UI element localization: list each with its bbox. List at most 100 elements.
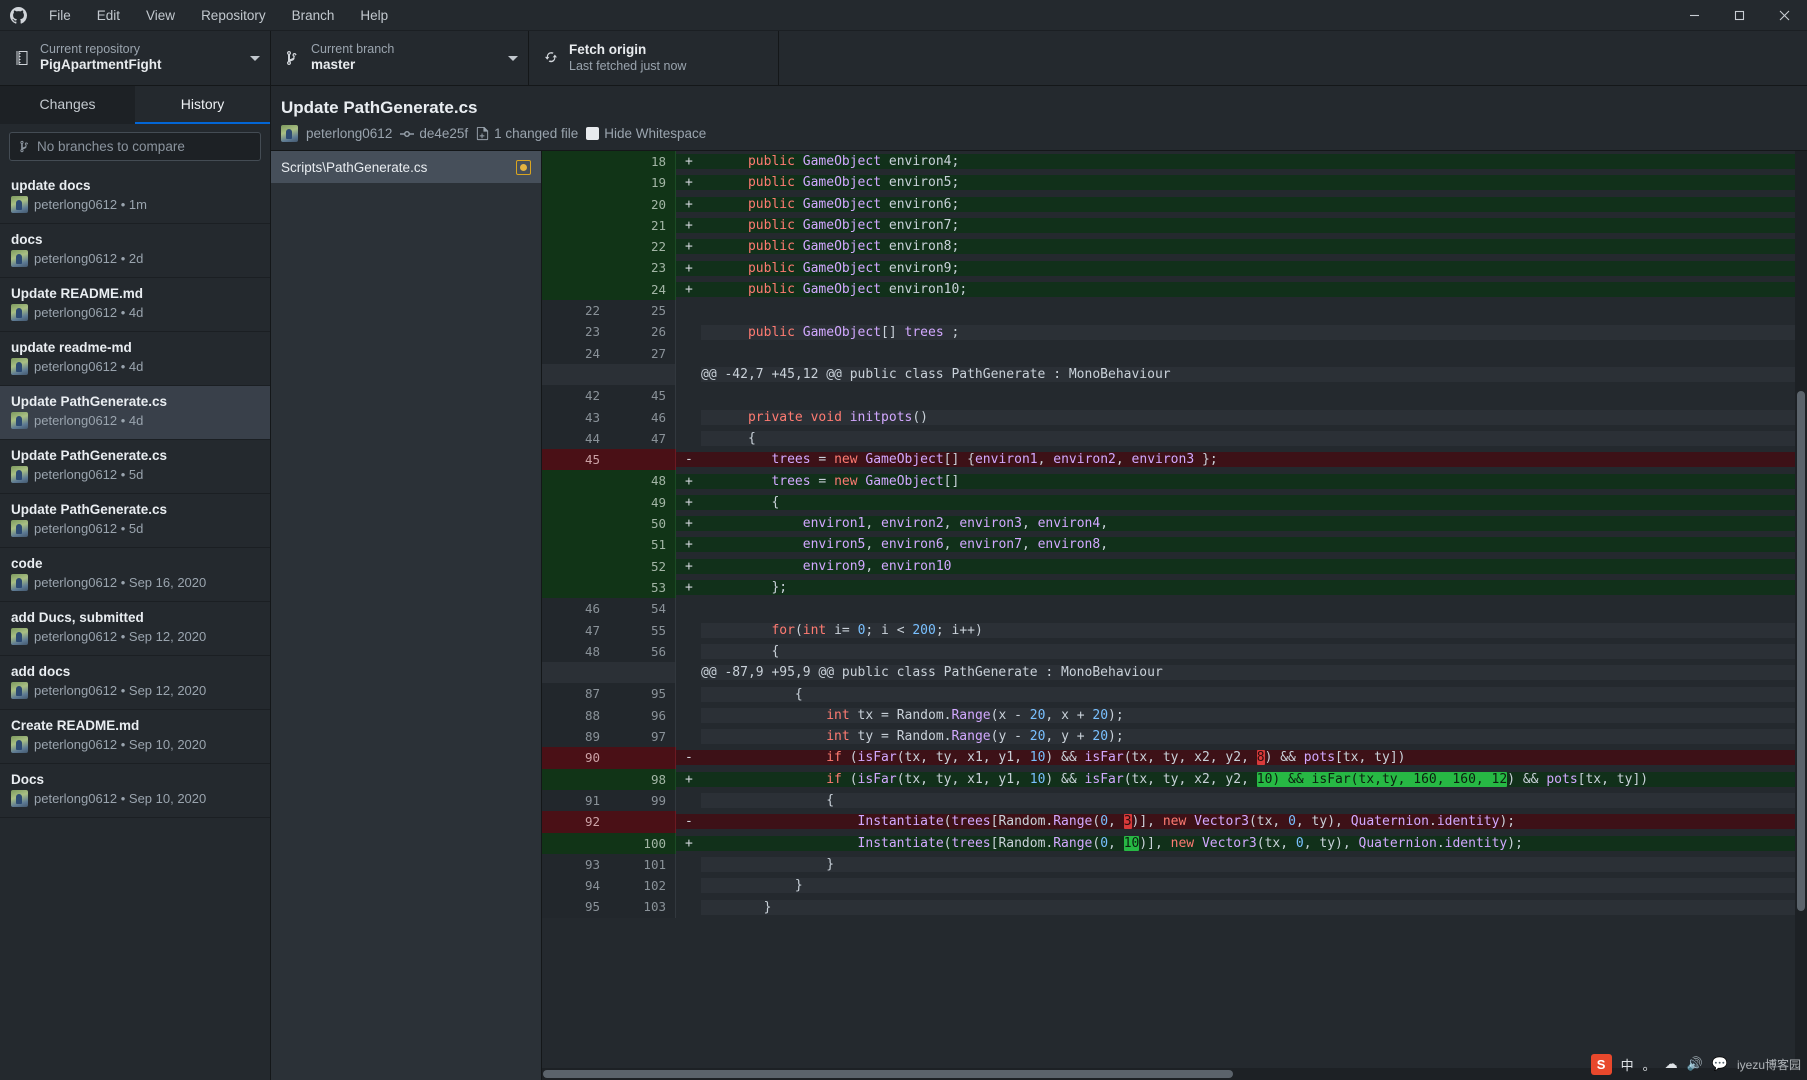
tray-icon-2[interactable]: 🔊 (1687, 1056, 1703, 1072)
diff-new-line-number: 49 (609, 492, 676, 513)
commit-list-item[interactable]: add Ducs, submittedpeterlong0612 • Sep 1… (0, 602, 270, 656)
commit-list-item[interactable]: docspeterlong0612 • 2d (0, 224, 270, 278)
commit-list-item[interactable]: Update README.mdpeterlong0612 • 4d (0, 278, 270, 332)
commit-sha-group[interactable]: de4e25f (400, 126, 468, 141)
diff-line: 50+ environ1, environ2, environ3, enviro… (542, 513, 1807, 534)
diff-new-line-number: 48 (609, 470, 676, 491)
diff-vertical-scrollbar[interactable] (1795, 151, 1807, 1080)
diff-marker: + (676, 282, 701, 297)
diff-code: public GameObject environ5; (701, 175, 1807, 190)
tab-changes[interactable]: Changes (0, 86, 135, 124)
sogou-ime-icon[interactable]: S (1591, 1054, 1612, 1075)
avatar (11, 574, 28, 591)
file-list-item[interactable]: Scripts\PathGenerate.cs (271, 151, 541, 183)
tray-icon-0[interactable]: 。 (1643, 1055, 1656, 1074)
hide-whitespace-toggle[interactable]: Hide Whitespace (586, 126, 706, 141)
commit-list-item[interactable]: update readme-mdpeterlong0612 • 4d (0, 332, 270, 386)
github-logo-icon (0, 7, 36, 24)
commit-list-item[interactable]: Update PathGenerate.cs peterlong0612 • 5d (0, 494, 270, 548)
commit-list-item[interactable]: Docspeterlong0612 • Sep 10, 2020 (0, 764, 270, 818)
fetch-origin-button[interactable]: Fetch origin Last fetched just now (529, 31, 779, 85)
commit-item-title: Update PathGenerate.cs (11, 448, 259, 463)
menu-item-view[interactable]: View (133, 0, 188, 30)
diff-code: environ5, environ6, environ7, environ8, (701, 537, 1807, 552)
diff-new-line-number (609, 747, 676, 768)
commit-list[interactable]: update docspeterlong0612 • 1mdocspeterlo… (0, 170, 270, 1080)
commit-list-item[interactable]: Create README.mdpeterlong0612 • Sep 10, … (0, 710, 270, 764)
hide-whitespace-label: Hide Whitespace (604, 126, 706, 141)
commit-item-author: peterlong0612 • 4d (34, 413, 143, 428)
diff-line: 4654 (542, 598, 1807, 619)
diff-old-line-number: 87 (542, 683, 609, 704)
diff-code: if (isFar(tx, ty, x1, y1, 10) && isFar(t… (701, 772, 1807, 787)
commit-item-author: peterlong0612 • Sep 16, 2020 (34, 575, 206, 590)
diff-code: environ1, environ2, environ3, environ4, (701, 516, 1807, 531)
commit-list-item[interactable]: codepeterlong0612 • Sep 16, 2020 (0, 548, 270, 602)
avatar (11, 682, 28, 699)
changed-files-group: 1 changed file (476, 126, 578, 141)
commit-item-title: Update PathGenerate.cs (11, 502, 259, 517)
diff-code: } (701, 878, 1807, 893)
commit-list-item[interactable]: Update PathGenerate.cspeterlong0612 • 4d (0, 386, 270, 440)
diff-code: { (701, 495, 1807, 510)
menu-item-help[interactable]: Help (347, 0, 401, 30)
diff-old-line-number: 88 (542, 705, 609, 726)
tab-history[interactable]: History (135, 86, 270, 124)
commit-item-author: peterlong0612 • Sep 10, 2020 (34, 791, 206, 806)
current-branch-button[interactable]: Current branch master (271, 31, 529, 85)
diff-viewer[interactable]: 18+ public GameObject environ4;19+ publi… (542, 151, 1807, 1080)
diff-line: 45- trees = new GameObject[] {environ1, … (542, 449, 1807, 470)
compare-branch-wrap: No branches to compare (0, 124, 270, 170)
chevron-down-icon (508, 56, 518, 61)
diff-line: 90- if (isFar(tx, ty, x1, y1, 10) && isF… (542, 747, 1807, 768)
commit-item-title: Create README.md (11, 718, 259, 733)
branch-value: master (311, 57, 394, 74)
menu-item-branch[interactable]: Branch (279, 0, 348, 30)
diff-new-line-number: 56 (609, 641, 676, 662)
hide-whitespace-checkbox[interactable] (586, 127, 599, 140)
commit-item-meta: peterlong0612 • 4d (11, 304, 259, 321)
tray-icon-1[interactable]: ☁ (1665, 1056, 1678, 1072)
changed-file-list[interactable]: Scripts\PathGenerate.cs (271, 151, 542, 1080)
fetch-sub: Last fetched just now (569, 59, 686, 75)
diff-old-line-number: 42 (542, 385, 609, 406)
diff-line: @@ -42,7 +45,12 @@ public class PathGene… (542, 364, 1807, 385)
commit-item-title: add docs (11, 664, 259, 679)
compare-branch-input[interactable]: No branches to compare (9, 132, 261, 161)
menu-item-edit[interactable]: Edit (84, 0, 133, 30)
diff-new-line-number (609, 449, 676, 470)
commit-list-item[interactable]: Update PathGenerate.cspeterlong0612 • 5d (0, 440, 270, 494)
diff-old-line-number (542, 513, 609, 534)
menu-item-repository[interactable]: Repository (188, 0, 279, 30)
ime-mode-indicator[interactable]: 中 (1621, 1055, 1634, 1074)
avatar (11, 520, 28, 537)
avatar (11, 250, 28, 267)
commit-list-item[interactable]: add docs peterlong0612 • Sep 12, 2020 (0, 656, 270, 710)
diff-old-line-number (542, 236, 609, 257)
diff-code: trees = new GameObject[] (701, 474, 1807, 489)
commit-item-author: peterlong0612 • Sep 12, 2020 (34, 683, 206, 698)
avatar (11, 304, 28, 321)
commit-list-item[interactable]: update docspeterlong0612 • 1m (0, 170, 270, 224)
diff-new-line-number: 98 (609, 769, 676, 790)
commit-item-title: update docs (11, 178, 259, 193)
menu-item-file[interactable]: File (36, 0, 84, 30)
maximize-icon[interactable] (1717, 0, 1762, 31)
diff-old-line-number: 46 (542, 598, 609, 619)
diff-old-line-number (542, 215, 609, 236)
diff-new-line-number: 25 (609, 300, 676, 321)
diff-new-line-number: 18 (609, 151, 676, 172)
diff-old-line-number (542, 833, 609, 854)
diff-new-line-number (609, 662, 676, 683)
diff-marker: - (676, 750, 701, 765)
tray-icon-3[interactable]: 💬 (1712, 1056, 1728, 1072)
diff-new-line-number: 96 (609, 705, 676, 726)
diff-code: public GameObject environ7; (701, 218, 1807, 233)
minimize-icon[interactable] (1672, 0, 1717, 31)
commit-item-author: peterlong0612 • 5d (34, 521, 143, 536)
main-body: Changes History No branches to compare u… (0, 86, 1807, 1080)
current-repository-button[interactable]: Current repository PigApartmentFight (0, 31, 271, 85)
commit-item-title: add Ducs, submitted (11, 610, 259, 625)
close-icon[interactable] (1762, 0, 1807, 31)
diff-old-line-number (542, 769, 609, 790)
